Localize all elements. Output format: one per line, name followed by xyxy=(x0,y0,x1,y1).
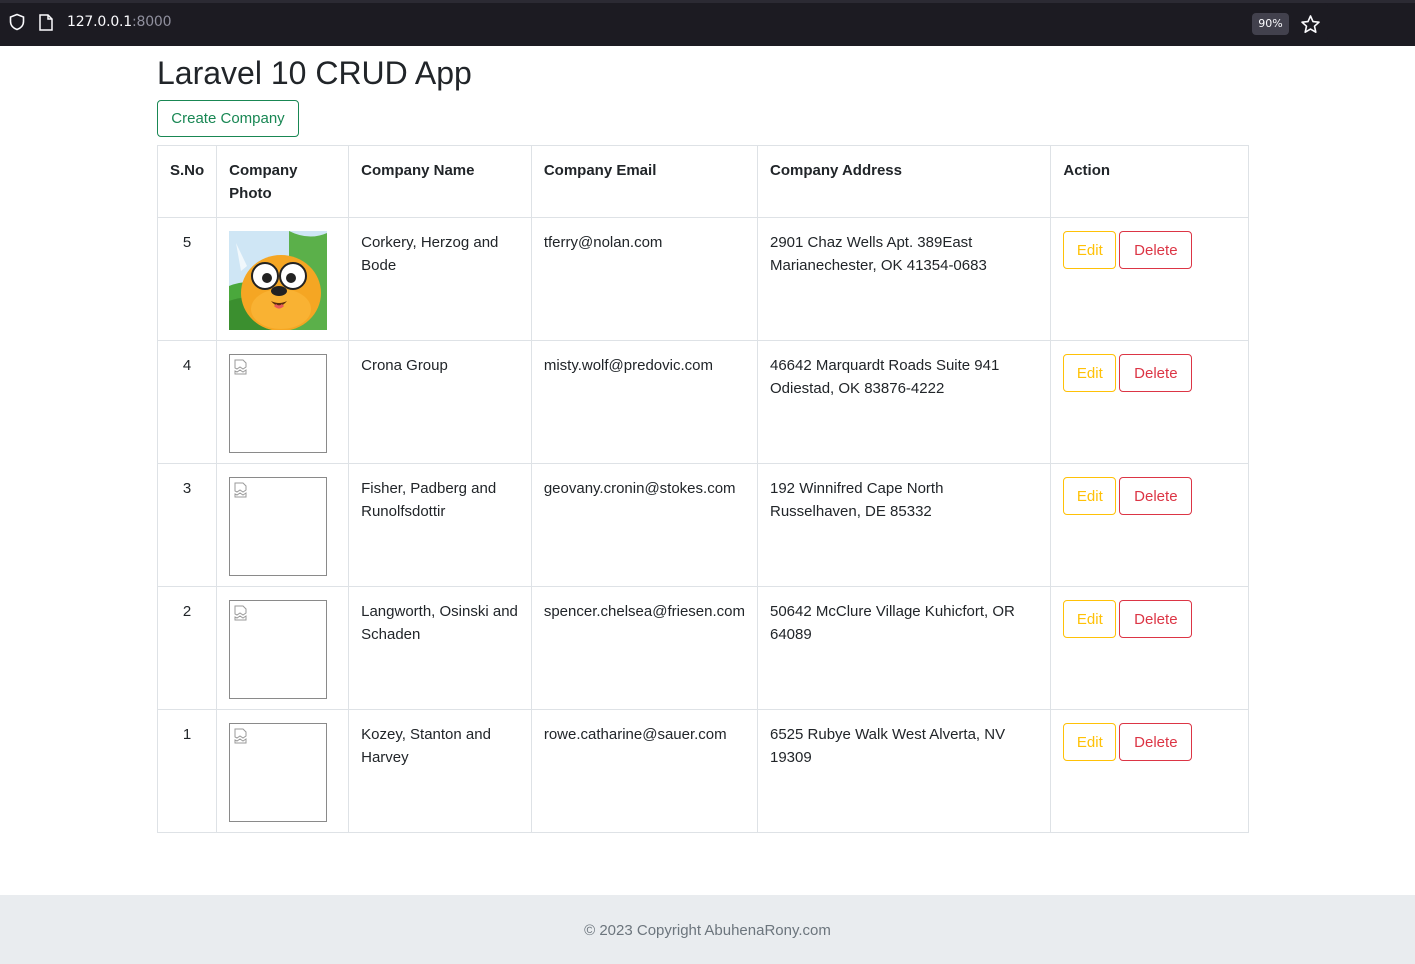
broken-image-icon xyxy=(234,359,247,375)
cell-action: Edit Delete xyxy=(1050,463,1249,587)
broken-image-icon xyxy=(234,728,247,744)
cell-sno: 1 xyxy=(156,709,218,833)
cell-action: Edit Delete xyxy=(1050,709,1249,833)
company-photo-placeholder xyxy=(229,600,328,699)
url-text[interactable]: 127.0.0.1:8000 xyxy=(67,14,172,30)
url-host: 127.0.0.1 xyxy=(67,14,132,30)
cell-company-address: 192 Winnifred Cape North Russelhaven, DE… xyxy=(756,463,1052,587)
browser-toolbar: 127.0.0.1:8000 90% xyxy=(0,0,1415,46)
delete-button[interactable]: Delete xyxy=(1119,231,1193,269)
edit-button[interactable]: Edit xyxy=(1063,354,1117,392)
delete-button[interactable]: Delete xyxy=(1119,723,1193,761)
cell-company-name: Kozey, Stanton and Harvey xyxy=(348,709,532,833)
cell-company-email: tferry@nolan.com xyxy=(530,217,759,341)
cell-company-email: spencer.chelsea@friesen.com xyxy=(530,586,759,710)
delete-button[interactable]: Delete xyxy=(1119,354,1193,392)
page-title: Laravel 10 CRUD App xyxy=(157,55,472,91)
table-row: 5 Corkery, Herzog and Bode tferry@nolan.… xyxy=(156,217,1249,341)
cell-sno: 4 xyxy=(156,340,218,464)
cell-company-address: 46642 Marquardt Roads Suite 941 Odiestad… xyxy=(756,340,1052,464)
url-port: :8000 xyxy=(132,14,172,30)
cell-company-email: geovany.cronin@stokes.com xyxy=(530,463,759,587)
cell-company-name: Crona Group xyxy=(348,340,532,464)
shield-icon[interactable] xyxy=(8,13,26,31)
edit-button[interactable]: Edit xyxy=(1063,723,1117,761)
zoom-level-badge[interactable]: 90% xyxy=(1252,13,1289,35)
header-company-photo: Company Photo xyxy=(216,145,350,218)
company-photo-placeholder xyxy=(229,477,328,576)
company-photo-placeholder xyxy=(229,354,328,453)
table-row: 1 Kozey, Stanton and Harvey rowe.cathari… xyxy=(156,709,1249,833)
cell-company-address: 2901 Chaz Wells Apt. 389East Marianeches… xyxy=(756,217,1052,341)
cell-photo xyxy=(216,340,350,464)
cell-photo xyxy=(216,463,350,587)
broken-image-icon xyxy=(234,605,247,621)
edit-button[interactable]: Edit xyxy=(1063,477,1117,515)
cell-company-email: rowe.catharine@sauer.com xyxy=(530,709,759,833)
cell-company-address: 6525 Rubye Walk West Alverta, NV 19309 xyxy=(756,709,1052,833)
footer: © 2023 Copyright AbuhenaRony.com xyxy=(0,895,1415,964)
edit-button[interactable]: Edit xyxy=(1063,600,1117,638)
create-company-button[interactable]: Create Company xyxy=(157,100,299,137)
cell-sno: 2 xyxy=(156,586,218,710)
broken-image-icon xyxy=(234,482,247,498)
cell-action: Edit Delete xyxy=(1050,586,1249,710)
header-company-email: Company Email xyxy=(530,145,759,218)
cell-company-email: misty.wolf@predovic.com xyxy=(530,340,759,464)
cell-photo xyxy=(216,709,350,833)
header-company-name: Company Name xyxy=(348,145,532,218)
header-company-address: Company Address xyxy=(756,145,1052,218)
table-header-row: S.No Company Photo Company Name Company … xyxy=(156,145,1249,218)
address-bar[interactable]: 127.0.0.1:8000 90% xyxy=(0,3,1328,41)
company-photo-placeholder xyxy=(229,723,328,822)
cell-company-name: Corkery, Herzog and Bode xyxy=(348,217,532,341)
edit-button[interactable]: Edit xyxy=(1063,231,1117,269)
bookmark-star-icon[interactable] xyxy=(1300,14,1321,35)
table-row: 2 Langworth, Osinski and Schaden spencer… xyxy=(156,586,1249,710)
cell-company-address: 50642 McClure Village Kuhicfort, OR 6408… xyxy=(756,586,1052,710)
cell-photo xyxy=(216,586,350,710)
companies-table: S.No Company Photo Company Name Company … xyxy=(156,145,1249,833)
cell-company-name: Fisher, Padberg and Runolfsdottir xyxy=(348,463,532,587)
cell-sno: 3 xyxy=(156,463,218,587)
delete-button[interactable]: Delete xyxy=(1119,477,1193,515)
cell-action: Edit Delete xyxy=(1050,217,1249,341)
page-icon xyxy=(39,14,53,31)
cell-sno: 5 xyxy=(156,217,218,341)
cell-company-name: Langworth, Osinski and Schaden xyxy=(348,586,532,710)
cell-photo xyxy=(216,217,350,341)
company-photo-cartoon-dog xyxy=(229,231,328,330)
table-row: 4 Crona Group misty.wolf@predovic.com 46… xyxy=(156,340,1249,464)
header-action: Action xyxy=(1050,145,1249,218)
footer-copyright: © 2023 Copyright AbuhenaRony.com xyxy=(584,922,831,939)
cell-action: Edit Delete xyxy=(1050,340,1249,464)
header-sno: S.No xyxy=(156,145,218,218)
table-row: 3 Fisher, Padberg and Runolfsdottir geov… xyxy=(156,463,1249,587)
delete-button[interactable]: Delete xyxy=(1119,600,1193,638)
